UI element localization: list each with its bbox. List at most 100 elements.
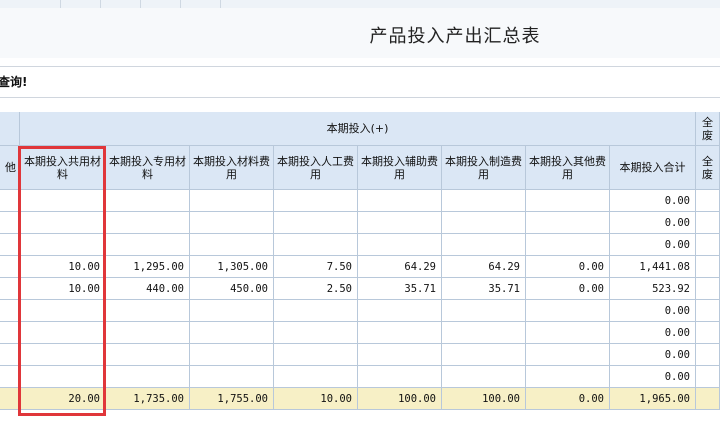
- table-cell[interactable]: [358, 366, 442, 388]
- table-cell[interactable]: [442, 234, 526, 256]
- table-cell[interactable]: 10.00: [20, 256, 106, 278]
- table-cell[interactable]: 7.50: [274, 256, 358, 278]
- table-cell[interactable]: [442, 300, 526, 322]
- toolbar-tab[interactable]: [100, 0, 141, 8]
- table-cell[interactable]: [106, 322, 190, 344]
- table-cell: [0, 278, 20, 300]
- table-cell[interactable]: [526, 234, 610, 256]
- table-cell[interactable]: 0.00: [610, 366, 696, 388]
- table-cell[interactable]: [106, 344, 190, 366]
- table-cell[interactable]: [106, 212, 190, 234]
- column-header[interactable]: 本期投入专用材料: [106, 146, 190, 190]
- table-cell: [0, 190, 20, 212]
- table-cell[interactable]: [190, 190, 274, 212]
- table-cell: [0, 256, 20, 278]
- table-cell[interactable]: [358, 300, 442, 322]
- table-cell[interactable]: 0.00: [526, 278, 610, 300]
- toolbar-tab[interactable]: [60, 0, 101, 8]
- table-cell[interactable]: [442, 190, 526, 212]
- table-cell[interactable]: [526, 322, 610, 344]
- table-cell[interactable]: 64.29: [358, 256, 442, 278]
- table-cell[interactable]: [526, 190, 610, 212]
- table-cell[interactable]: 1,295.00: [106, 256, 190, 278]
- table-cell[interactable]: [190, 344, 274, 366]
- table-cell[interactable]: [274, 190, 358, 212]
- table-cell[interactable]: 1,305.00: [190, 256, 274, 278]
- column-header[interactable]: 本期投入人工费用: [274, 146, 358, 190]
- table-cell[interactable]: 10.00: [20, 278, 106, 300]
- table-cell[interactable]: [190, 234, 274, 256]
- table-cell[interactable]: [526, 300, 610, 322]
- table-cell[interactable]: 0.00: [610, 212, 696, 234]
- table-cell: [696, 212, 720, 234]
- table-cell[interactable]: 64.29: [442, 256, 526, 278]
- toolbar-tab[interactable]: [140, 0, 181, 8]
- column-header[interactable]: 本期投入辅助费用: [358, 146, 442, 190]
- table-cell[interactable]: [274, 300, 358, 322]
- table-cell[interactable]: 1,441.08: [610, 256, 696, 278]
- table-cell[interactable]: 0.00: [610, 190, 696, 212]
- table-cell[interactable]: [358, 234, 442, 256]
- table-cell[interactable]: 523.92: [610, 278, 696, 300]
- table-cell[interactable]: 440.00: [106, 278, 190, 300]
- total-cell: 1,755.00: [190, 388, 274, 410]
- table-cell[interactable]: [274, 234, 358, 256]
- table-cell[interactable]: 0.00: [610, 344, 696, 366]
- table-cell[interactable]: [20, 212, 106, 234]
- table-cell[interactable]: [190, 322, 274, 344]
- table-cell[interactable]: [20, 344, 106, 366]
- table-cell[interactable]: 35.71: [442, 278, 526, 300]
- column-header: 全废: [696, 146, 720, 190]
- table-cell[interactable]: [106, 190, 190, 212]
- table-cell[interactable]: [526, 344, 610, 366]
- toolbar-tab[interactable]: [0, 0, 61, 8]
- table-cell: [696, 278, 720, 300]
- table-cell[interactable]: [20, 322, 106, 344]
- table-cell[interactable]: [106, 300, 190, 322]
- table-cell[interactable]: 35.71: [358, 278, 442, 300]
- query-message-bar: 查询!: [0, 66, 720, 98]
- total-cell: 0.00: [526, 388, 610, 410]
- table-cell[interactable]: [106, 234, 190, 256]
- table-cell[interactable]: [20, 300, 106, 322]
- group-header: 本期投入(+): [20, 112, 696, 146]
- column-header[interactable]: 本期投入共用材料: [20, 146, 106, 190]
- table-cell[interactable]: [20, 366, 106, 388]
- table-cell[interactable]: [20, 190, 106, 212]
- table-cell[interactable]: 450.00: [190, 278, 274, 300]
- table-cell[interactable]: [274, 212, 358, 234]
- table-cell[interactable]: [358, 212, 442, 234]
- table-cell[interactable]: [526, 212, 610, 234]
- table-cell: [0, 300, 20, 322]
- table-cell[interactable]: [274, 366, 358, 388]
- table-cell: [696, 344, 720, 366]
- total-cell: [696, 388, 720, 410]
- table-cell[interactable]: 2.50: [274, 278, 358, 300]
- table-cell[interactable]: [358, 344, 442, 366]
- table-cell[interactable]: [442, 344, 526, 366]
- table-cell[interactable]: 0.00: [610, 322, 696, 344]
- table-cell[interactable]: [190, 212, 274, 234]
- table-cell[interactable]: [442, 366, 526, 388]
- total-cell: [0, 388, 20, 410]
- table-cell[interactable]: 0.00: [610, 234, 696, 256]
- table-cell[interactable]: [358, 190, 442, 212]
- table-cell[interactable]: [274, 322, 358, 344]
- column-header[interactable]: 本期投入材料费用: [190, 146, 274, 190]
- column-header[interactable]: 本期投入合计: [610, 146, 696, 190]
- table-cell[interactable]: [442, 322, 526, 344]
- table-cell[interactable]: [526, 366, 610, 388]
- table-cell[interactable]: [106, 366, 190, 388]
- table-cell[interactable]: [274, 344, 358, 366]
- table-cell[interactable]: 0.00: [610, 300, 696, 322]
- table-cell[interactable]: [358, 322, 442, 344]
- column-header[interactable]: 本期投入制造费用: [442, 146, 526, 190]
- table-cell[interactable]: [442, 212, 526, 234]
- column-header[interactable]: 本期投入其他费用: [526, 146, 610, 190]
- table-cell[interactable]: 0.00: [526, 256, 610, 278]
- table-cell[interactable]: [20, 234, 106, 256]
- toolbar-tab[interactable]: [180, 0, 221, 8]
- table-cell[interactable]: [190, 366, 274, 388]
- table-cell[interactable]: [190, 300, 274, 322]
- total-cell: 100.00: [358, 388, 442, 410]
